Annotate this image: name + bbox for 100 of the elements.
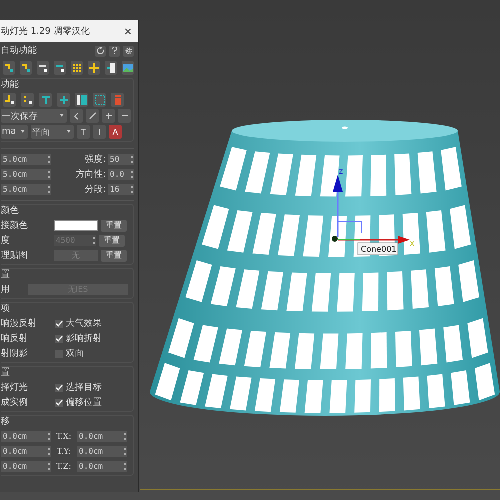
plus-icon	[89, 63, 99, 73]
checkbox-label: 大气效果	[66, 318, 102, 330]
panel-icon	[76, 95, 86, 105]
settings-button[interactable]	[123, 46, 134, 56]
close-button[interactable]: ×	[122, 24, 134, 38]
checkbox[interactable]	[55, 334, 63, 342]
frame-icon	[94, 95, 104, 105]
field-label: T.X:	[55, 432, 73, 441]
window-title: 动灯光 1.29 凋零汉化	[1, 26, 90, 38]
checkbox[interactable]	[55, 384, 63, 392]
spinner-field[interactable]: 5.0cm	[1, 184, 51, 195]
tool-button[interactable]	[88, 61, 100, 75]
image-icon	[123, 63, 133, 73]
type-dropdown[interactable]: ma	[1, 125, 28, 139]
add-button[interactable]	[102, 109, 116, 123]
object-label: Cone001	[358, 242, 398, 256]
field-label: T.Y:	[56, 447, 72, 456]
section-title: 置	[1, 367, 11, 379]
field-label: 方向性:	[76, 168, 106, 181]
remove-button[interactable]	[118, 109, 131, 123]
field-label: T.Z:	[56, 462, 72, 471]
tool-button[interactable]	[3, 93, 16, 107]
spinner-field[interactable]: 0.0cm	[77, 446, 127, 457]
spinner-field[interactable]: 0.0cm	[77, 431, 127, 442]
spinner-field[interactable]: 5.0cm	[1, 154, 51, 165]
section-title: 置	[1, 269, 11, 281]
section-title: 颜色	[1, 205, 20, 217]
spinner-field[interactable]: 0.0cm	[1, 431, 51, 442]
reset-button[interactable]: 重置	[101, 250, 127, 262]
corner-icon	[4, 95, 14, 105]
box-icon	[112, 95, 122, 105]
tool-button[interactable]	[75, 93, 88, 107]
minus-icon	[122, 115, 128, 117]
section-title: 功能	[1, 79, 20, 91]
tool-button[interactable]	[71, 61, 83, 75]
refresh-button[interactable]	[95, 46, 106, 56]
tool-button[interactable]	[39, 93, 52, 107]
corner-icon	[21, 63, 31, 73]
transform-gizmo[interactable]	[332, 175, 410, 244]
tool-button[interactable]	[105, 61, 117, 75]
spinner-field[interactable]: 0.0	[108, 169, 134, 180]
settings-icon	[124, 47, 132, 55]
section-title: 自动功能	[1, 45, 37, 57]
option-label: 成实例	[1, 396, 29, 409]
option-label: 择灯光	[1, 382, 29, 394]
preset-dropdown[interactable]: 一次保存	[1, 109, 68, 123]
field-label: 分段:	[84, 184, 106, 196]
axis-label: x	[410, 239, 415, 248]
tool-button[interactable]	[122, 61, 134, 75]
tool-button[interactable]	[57, 93, 70, 107]
text-style-button[interactable]: A	[109, 125, 122, 139]
section-title: 移	[1, 416, 11, 428]
section-title: 项	[1, 303, 11, 315]
text-style-button[interactable]: I	[93, 125, 106, 139]
corner-icon	[4, 63, 14, 73]
field-label: 理贴图	[1, 250, 29, 262]
checkbox-label: 偏移位置	[66, 396, 102, 409]
field-label: 度	[1, 234, 11, 247]
cone-drawing[interactable]	[150, 120, 500, 416]
checkbox-label: 选择目标	[66, 382, 102, 394]
bar-icon	[40, 95, 50, 105]
spinner-field[interactable]: 0.0cm	[77, 461, 127, 472]
option-label: 响反射	[1, 332, 29, 345]
text-style-button[interactable]: T	[77, 125, 90, 139]
checkbox-label: 双面	[66, 348, 84, 360]
pen-icon	[88, 112, 97, 120]
axis-label: z	[339, 167, 344, 176]
spinner-field[interactable]: 5.0cm	[1, 169, 51, 180]
field-label: 接颜色	[1, 220, 29, 232]
spinner-field[interactable]: 0.0cm	[1, 461, 51, 472]
cross-icon	[58, 95, 68, 105]
tool-button[interactable]	[54, 61, 66, 75]
tool-button[interactable]	[3, 61, 15, 75]
help-button[interactable]	[109, 46, 120, 56]
bar-icon	[55, 63, 65, 73]
spinner-field[interactable]: 50	[108, 154, 134, 165]
checkbox[interactable]	[55, 320, 63, 328]
refresh-icon	[96, 47, 104, 55]
plus-icon	[106, 113, 112, 119]
checkbox[interactable]	[55, 398, 63, 406]
reset-button[interactable]: 重置	[101, 220, 127, 232]
spinner-field[interactable]: 16	[108, 184, 134, 195]
option-label: 射阴影	[1, 348, 29, 360]
field-label: 用	[1, 284, 11, 296]
spinner-field[interactable]: 0.0cm	[1, 446, 51, 457]
tool-button[interactable]	[93, 93, 106, 107]
color-swatch[interactable]	[54, 220, 98, 231]
tool-button[interactable]	[37, 61, 49, 75]
tool-button[interactable]	[20, 61, 32, 75]
option-label: 响漫反射	[1, 318, 38, 330]
field-label: 强度:	[84, 154, 106, 166]
chevron-icon	[74, 112, 80, 120]
panel-icon	[106, 63, 116, 73]
previous-button[interactable]	[70, 109, 84, 123]
checkbox-label: 影响折射	[66, 332, 102, 345]
question-icon	[112, 47, 118, 55]
grid-icon	[72, 63, 82, 73]
mode-dropdown[interactable]: 平面	[31, 125, 74, 139]
tool-button[interactable]	[21, 93, 34, 107]
edit-button[interactable]	[86, 109, 100, 123]
